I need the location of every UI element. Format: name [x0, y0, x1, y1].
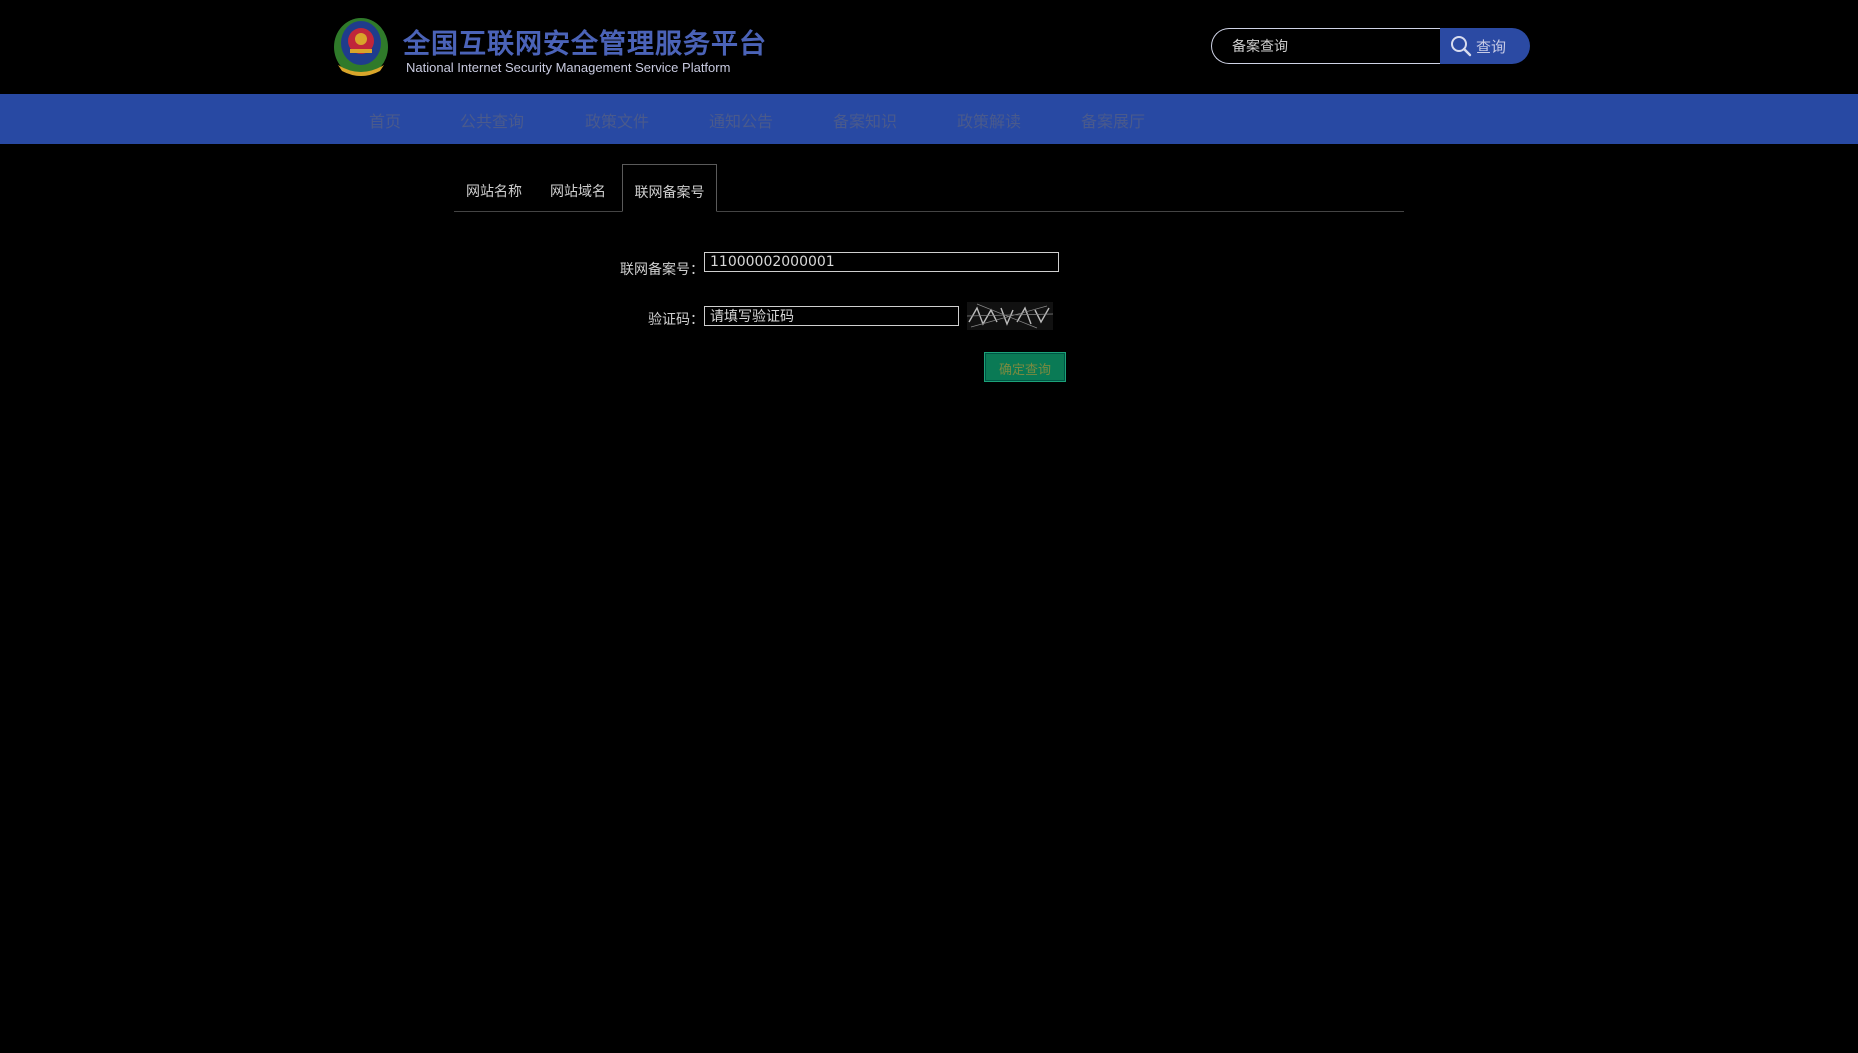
search-field-container [1211, 28, 1440, 64]
nav-item-filing-hall[interactable]: 备案展厅 [1081, 108, 1145, 132]
search-icon [1451, 36, 1472, 57]
captcha-label: 验证码： [648, 312, 704, 328]
search-button-label: 查询 [1476, 38, 1507, 56]
main-nav: 首页 公共查询 政策文件 通知公告 备案知识 政策解读 备案展厅 [0, 94, 1858, 144]
site-subtitle: National Internet Security Management Se… [406, 60, 731, 75]
police-emblem-icon [334, 18, 388, 76]
submit-button[interactable]: 确定查询 [984, 352, 1066, 382]
tab-site-domain[interactable]: 网站域名 [538, 164, 618, 212]
nav-item-home[interactable]: 首页 [369, 108, 401, 132]
nav-item-policy-files[interactable]: 政策文件 [585, 108, 649, 132]
search-input[interactable] [1232, 36, 1432, 56]
nav-item-notices[interactable]: 通知公告 [709, 108, 773, 132]
search-button[interactable]: 查询 [1440, 28, 1530, 64]
captcha-image[interactable] [967, 302, 1053, 330]
captcha-input[interactable] [704, 306, 959, 326]
tab-record-number[interactable]: 联网备案号 [622, 164, 717, 212]
query-tabs: 网站名称 网站域名 联网备案号 [454, 164, 1404, 212]
nav-item-policy-interpretation[interactable]: 政策解读 [957, 108, 1021, 132]
record-number-input[interactable] [704, 252, 1059, 272]
site-title: 全国互联网安全管理服务平台 [403, 29, 767, 60]
tab-site-name[interactable]: 网站名称 [454, 164, 534, 212]
nav-item-filing-knowledge[interactable]: 备案知识 [833, 108, 897, 132]
page-header: 全国互联网安全管理服务平台 National Internet Security… [0, 0, 1858, 94]
nav-item-public-query[interactable]: 公共查询 [460, 108, 524, 132]
record-number-label: 联网备案号： [620, 262, 704, 278]
